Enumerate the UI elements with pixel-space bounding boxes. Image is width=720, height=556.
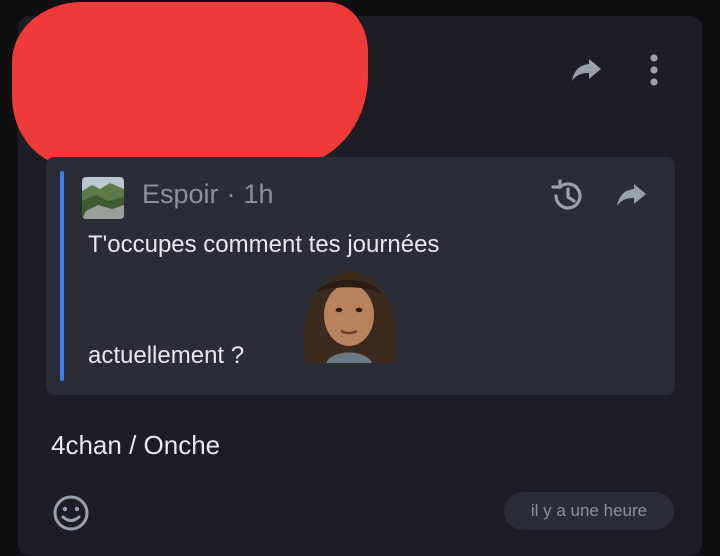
avatar[interactable]	[82, 177, 124, 219]
more-options-icon[interactable]	[642, 50, 666, 90]
reaction-image	[286, 263, 412, 363]
smiley-emoji-icon[interactable]	[52, 494, 90, 532]
meta-separator: ·	[226, 179, 236, 209]
timestamp-badge: il y a une heure	[504, 492, 674, 530]
quote-author[interactable]: Espoir	[142, 179, 219, 209]
quote-time: 1h	[243, 179, 274, 209]
share-icon[interactable]	[614, 179, 650, 211]
quote-header: Espoir · 1h	[142, 179, 274, 210]
quoted-message[interactable]: Espoir · 1h T'occupes comment tes journées…	[46, 157, 675, 395]
quote-text-line-2: actuellement ?	[88, 342, 245, 369]
message-text: 4chan / Onche	[51, 430, 221, 460]
quote-accent-bar	[60, 171, 64, 381]
history-icon[interactable]	[548, 177, 586, 215]
redaction-mark	[12, 2, 368, 166]
share-icon[interactable]	[569, 54, 605, 86]
quote-text-line-1: T'occupes comment tes journées	[88, 231, 440, 258]
